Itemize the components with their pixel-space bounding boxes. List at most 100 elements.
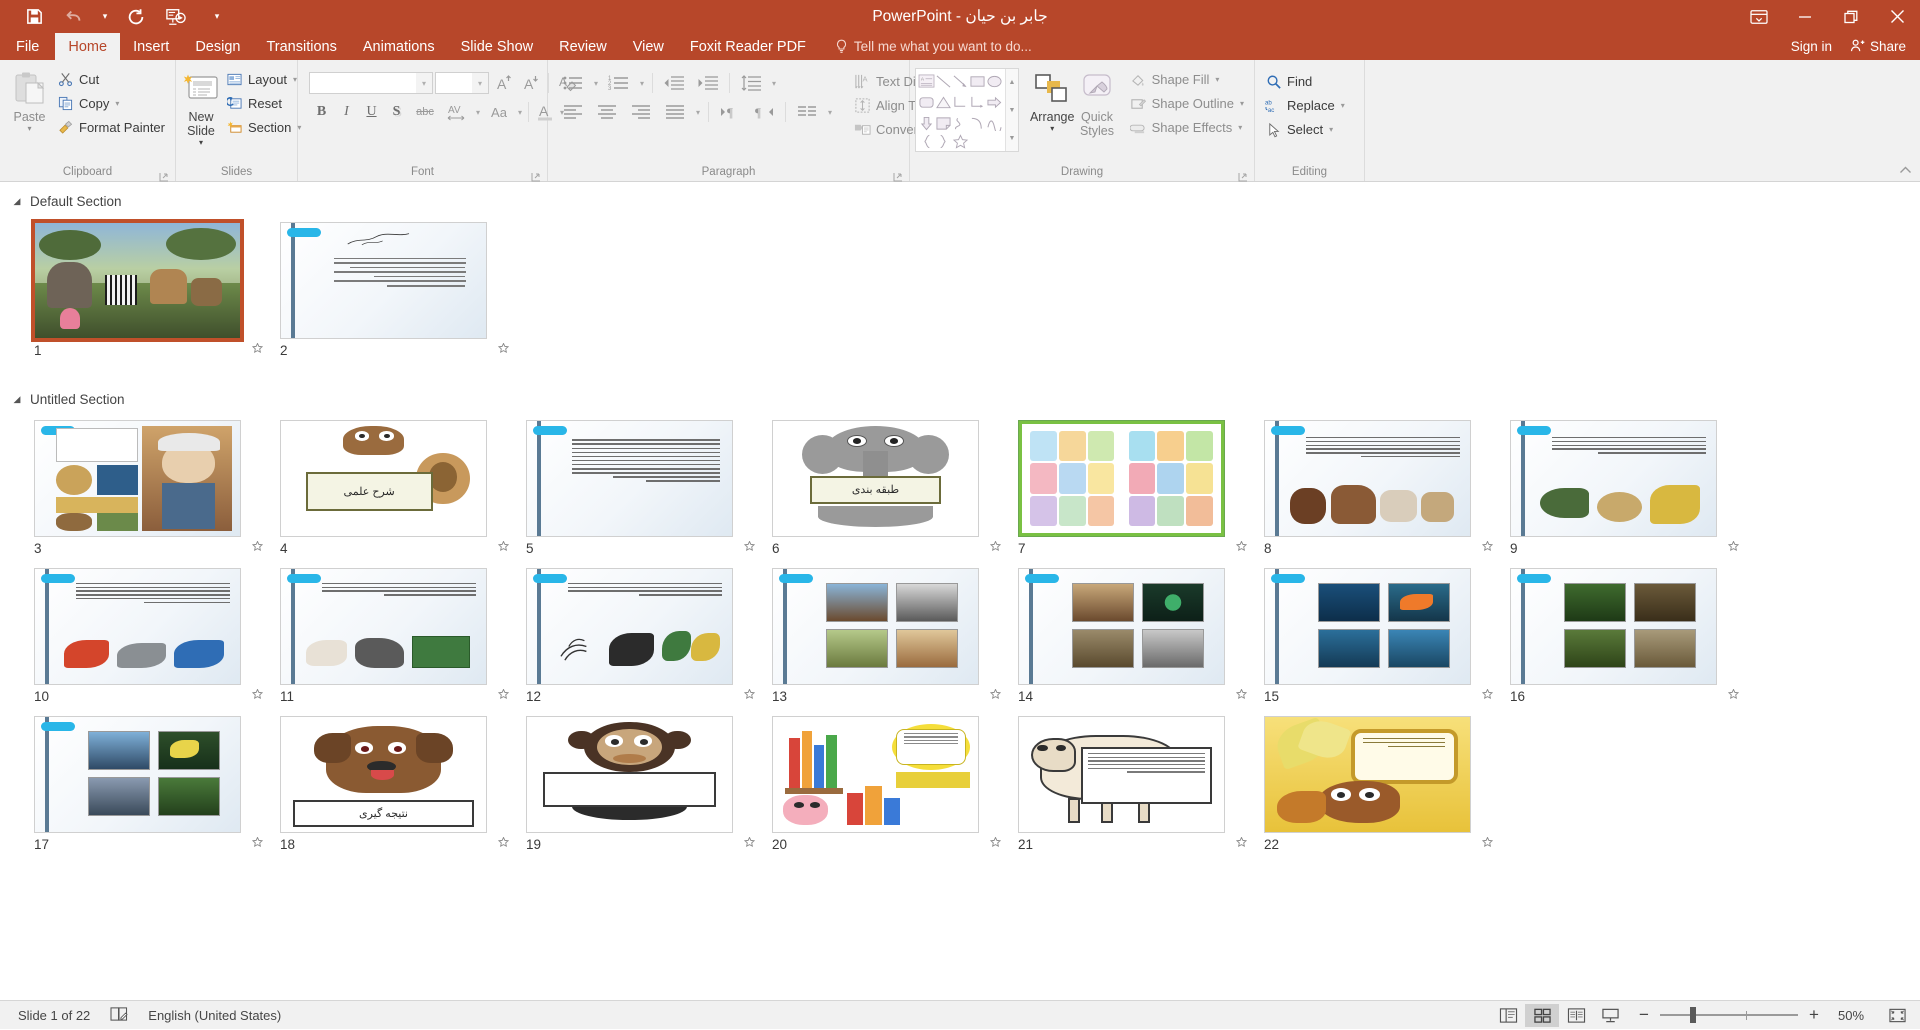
slide-thumbnail-17[interactable] xyxy=(34,716,241,833)
line-spacing-icon[interactable] xyxy=(735,71,767,95)
slide-cell-17[interactable]: 17 xyxy=(12,708,258,856)
slide-thumbnail-20[interactable] xyxy=(772,716,979,833)
chevron-down-icon[interactable]: ▾ xyxy=(515,108,525,117)
zoom-level-label[interactable]: 50% xyxy=(1830,1008,1872,1023)
star-icon[interactable] xyxy=(498,341,509,359)
slide-thumbnail-wrap-4[interactable]: شرح علمی xyxy=(280,420,487,537)
save-icon[interactable] xyxy=(14,2,54,32)
chevron-down-icon[interactable]: ▾ xyxy=(693,108,703,117)
section-header-default[interactable]: ◢ Default Section xyxy=(12,190,1908,212)
chevron-down-icon[interactable]: ▾ xyxy=(115,99,119,108)
increase-indent-icon[interactable] xyxy=(692,71,724,95)
language-indicator[interactable]: English (United States) xyxy=(138,1001,291,1030)
close-icon[interactable] xyxy=(1874,0,1920,33)
layout-button[interactable]: Layout ▾ xyxy=(221,68,306,91)
slide-thumbnail-9[interactable] xyxy=(1510,420,1717,537)
slide-thumbnail-21[interactable] xyxy=(1018,716,1225,833)
zoom-slider-thumb[interactable] xyxy=(1690,1007,1696,1023)
tab-foxit-reader-pdf[interactable]: Foxit Reader PDF xyxy=(677,33,819,60)
scroll-up-icon[interactable]: ▲ xyxy=(1006,69,1018,95)
shape-curve-arc-icon[interactable] xyxy=(969,113,986,134)
slide-thumbnail-2[interactable] xyxy=(280,222,487,339)
slide-thumbnail-wrap-17[interactable] xyxy=(34,716,241,833)
slide-thumbnail-19[interactable] xyxy=(526,716,733,833)
slide-thumbnail-wrap-1[interactable] xyxy=(34,222,241,339)
slide-show-icon[interactable] xyxy=(1593,1004,1627,1027)
shapes-gallery-scrollbar[interactable]: ▲ ▼ ▼ xyxy=(1005,69,1018,151)
text-shadow-icon[interactable]: S xyxy=(384,100,409,124)
ltr-icon[interactable]: ¶ xyxy=(714,100,746,124)
slide-thumbnail-4[interactable]: شرح علمی xyxy=(280,420,487,537)
slide-thumbnail-wrap-14[interactable] xyxy=(1018,568,1225,685)
shape-arrow-icon[interactable] xyxy=(952,71,969,92)
shape-fill-button[interactable]: Shape Fill ▾ xyxy=(1125,68,1249,91)
slide-thumbnail-wrap-21[interactable] xyxy=(1018,716,1225,833)
slide-cell-11[interactable]: 11 xyxy=(258,560,504,708)
font-name-combo[interactable]: ▾ xyxy=(309,72,433,94)
decrease-font-icon[interactable]: A xyxy=(518,71,543,95)
zoom-in-button[interactable]: + xyxy=(1807,1005,1821,1025)
new-slide-button[interactable]: New Slide ▾ xyxy=(181,66,221,147)
notes-indicator[interactable] xyxy=(100,1001,138,1030)
slide-cell-19[interactable]: 19 xyxy=(504,708,750,856)
chevron-down-icon[interactable]: ▾ xyxy=(1240,99,1244,108)
slide-thumbnail-wrap-15[interactable] xyxy=(1264,568,1471,685)
repeat-icon[interactable] xyxy=(116,2,156,32)
slide-thumbnail-6[interactable]: طبقه بندی xyxy=(772,420,979,537)
justify-icon[interactable] xyxy=(659,100,691,124)
align-left-icon[interactable] xyxy=(557,100,589,124)
share-button[interactable]: Share xyxy=(1850,38,1906,56)
slide-thumbnail-14[interactable] xyxy=(1018,568,1225,685)
align-right-icon[interactable] xyxy=(625,100,657,124)
reset-button[interactable]: Reset xyxy=(221,92,306,115)
slide-thumbnail-wrap-18[interactable]: نتیجه گیری xyxy=(280,716,487,833)
slide-cell-21[interactable]: 21 xyxy=(996,708,1242,856)
slide-thumbnail-18[interactable]: نتیجه گیری xyxy=(280,716,487,833)
normal-view-icon[interactable] xyxy=(1491,1004,1525,1027)
slide-thumbnail-1[interactable] xyxy=(34,222,241,339)
star-icon[interactable] xyxy=(1728,687,1739,705)
slide-thumbnail-wrap-19[interactable] xyxy=(526,716,733,833)
slide-thumbnail-16[interactable] xyxy=(1510,568,1717,685)
slide-cell-6[interactable]: طبقه بندی 6 xyxy=(750,412,996,560)
slide-cell-3[interactable]: 3 xyxy=(12,412,258,560)
slide-thumbnail-5[interactable] xyxy=(526,420,733,537)
customize-qat-icon[interactable]: ▾ xyxy=(206,2,228,32)
slide-thumbnail-10[interactable] xyxy=(34,568,241,685)
shapes-gallery[interactable]: A xyxy=(915,68,1019,152)
minimize-icon[interactable] xyxy=(1782,0,1828,33)
slide-thumbnail-wrap-8[interactable] xyxy=(1264,420,1471,537)
shape-rounded-rectangle-icon[interactable] xyxy=(918,92,935,113)
zoom-controls[interactable]: − + 50% xyxy=(1627,1005,1882,1025)
chevron-down-icon[interactable]: ▾ xyxy=(1050,125,1054,133)
shape-right-brace-icon[interactable] xyxy=(935,134,952,149)
strikethrough-icon[interactable]: abc xyxy=(409,100,441,124)
tab-view[interactable]: View xyxy=(620,33,677,60)
tab-slide-show[interactable]: Slide Show xyxy=(448,33,547,60)
slide-cell-5[interactable]: 5 xyxy=(504,412,750,560)
shape-line-icon[interactable] xyxy=(935,71,952,92)
restore-icon[interactable] xyxy=(1828,0,1874,33)
paste-button[interactable]: Paste ▾ xyxy=(9,66,50,133)
slide-cell-14[interactable]: 14 xyxy=(996,560,1242,708)
shape-scribble-icon[interactable] xyxy=(952,113,969,134)
slide-thumbnail-wrap-20[interactable] xyxy=(772,716,979,833)
replace-button[interactable]: abac Replace ▾ xyxy=(1260,94,1350,117)
rtl-icon[interactable]: ¶ xyxy=(748,100,780,124)
font-size-combo[interactable]: ▾ xyxy=(435,72,489,94)
slide-thumbnail-wrap-3[interactable] xyxy=(34,420,241,537)
slide-thumbnail-wrap-9[interactable] xyxy=(1510,420,1717,537)
chevron-down-icon[interactable]: ▾ xyxy=(1341,101,1345,110)
italic-icon[interactable]: I xyxy=(334,100,359,124)
slide-thumbnail-13[interactable] xyxy=(772,568,979,685)
slide-thumbnail-15[interactable] xyxy=(1264,568,1471,685)
slide-thumbnail-3[interactable] xyxy=(34,420,241,537)
chevron-down-icon[interactable]: ▾ xyxy=(473,108,483,117)
fit-slide-icon[interactable] xyxy=(1882,1004,1912,1027)
tab-animations[interactable]: Animations xyxy=(350,33,448,60)
slide-thumbnail-8[interactable] xyxy=(1264,420,1471,537)
slide-counter[interactable]: Slide 1 of 22 xyxy=(8,1001,100,1030)
sign-in-button[interactable]: Sign in xyxy=(1791,39,1832,54)
slide-cell-13[interactable]: 13 xyxy=(750,560,996,708)
slide-thumbnail-wrap-22[interactable] xyxy=(1264,716,1471,833)
